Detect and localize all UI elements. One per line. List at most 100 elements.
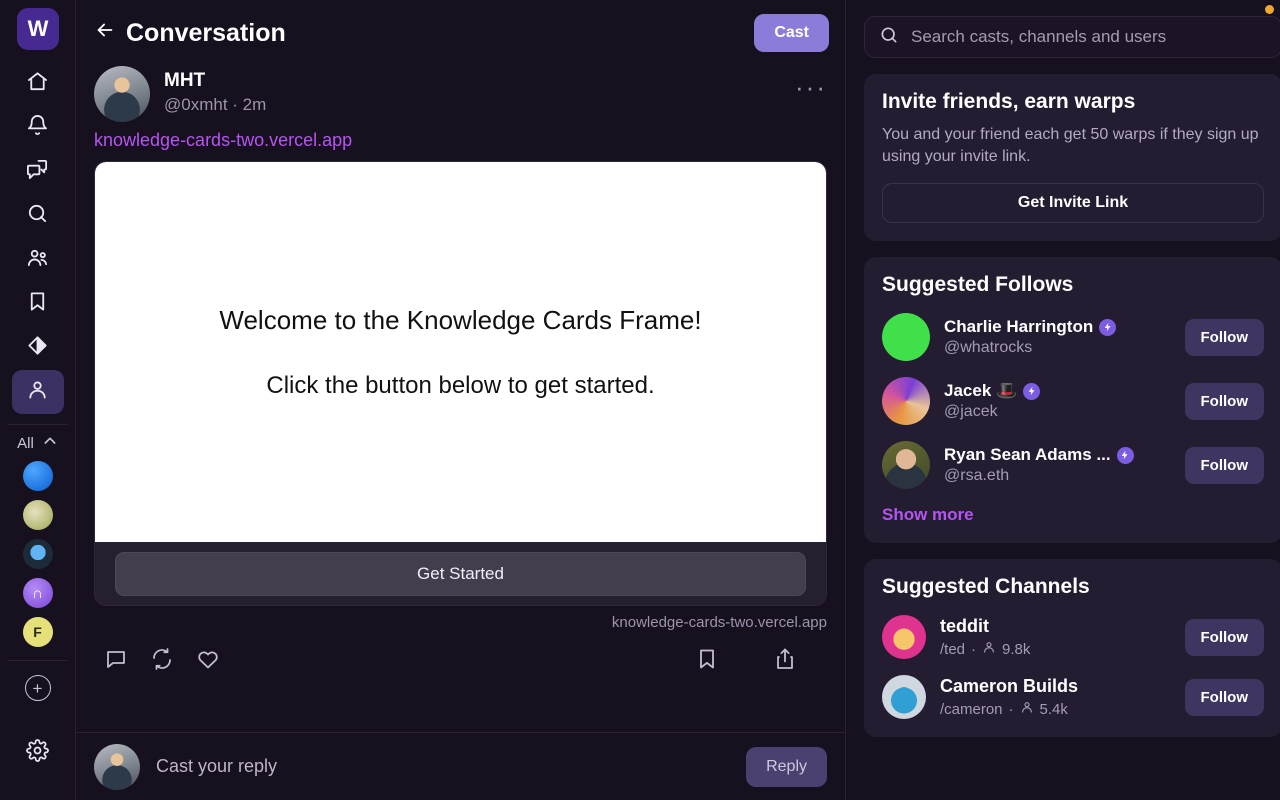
like-action-button[interactable] [196, 647, 242, 676]
rail-divider-top [7, 424, 68, 425]
list-item[interactable]: Charlie Harrington @whatrocks Follow [882, 313, 1264, 362]
frame-heading: Welcome to the Knowledge Cards Frame! [219, 304, 702, 335]
share-action-button[interactable] [773, 647, 819, 676]
power-badge-icon [1023, 382, 1041, 400]
add-channel-button[interactable]: + [24, 675, 51, 701]
sidebar-item-channels[interactable] [12, 238, 64, 282]
cast-author-meta: MHT @0xmht · 2m [164, 66, 266, 117]
invite-card: Invite friends, earn warps You and your … [864, 74, 1280, 242]
user-name-row: Ryan Sean Adams ... [944, 445, 1171, 465]
rail-channel-4[interactable]: ∩ [22, 578, 53, 608]
conversation-header: Conversation Cast [76, 0, 845, 66]
show-more-link[interactable]: Show more [882, 505, 1264, 525]
rail-channel-3[interactable] [22, 539, 53, 569]
avatar[interactable] [882, 313, 930, 362]
follow-button[interactable]: Follow [1184, 446, 1264, 484]
user-handle: @whatrocks [944, 339, 1033, 357]
reply-avatar [94, 743, 140, 790]
cast-button[interactable]: Cast [754, 14, 829, 52]
follow-button[interactable]: Follow [1184, 618, 1264, 656]
follow-button[interactable]: Follow [1184, 382, 1264, 420]
frame-get-started-button[interactable]: Get Started [115, 552, 806, 596]
channel-name: teddit [940, 616, 989, 637]
list-item[interactable]: Ryan Sean Adams ... @rsa.eth Follow [882, 441, 1264, 490]
sidebar-item-home[interactable] [12, 62, 64, 106]
user-handle: @rsa.eth [944, 467, 1010, 485]
dot-separator: · [971, 640, 977, 658]
user-name-row: Charlie Harrington [944, 317, 1171, 337]
cast-body: MHT @0xmht · 2m ··· knowledge-cards-two.… [76, 66, 845, 676]
channel-filter-all[interactable]: All [8, 433, 68, 453]
list-item[interactable]: Cameron Builds /cameron · 5.4k Follow [882, 675, 1264, 720]
users-icon [26, 246, 49, 274]
search-input[interactable]: Search casts, channels and users [864, 16, 1280, 58]
avatar[interactable] [882, 615, 926, 660]
sidebar-item-bookmarks[interactable] [12, 282, 64, 326]
home-icon [26, 70, 49, 98]
user-meta: Ryan Sean Adams ... @rsa.eth [944, 445, 1171, 485]
chevron-up-icon [42, 433, 58, 453]
rail-channel-2[interactable] [22, 500, 53, 530]
conversation-column: Conversation Cast MHT @0xmht · 2m ··· kn… [76, 0, 846, 800]
suggested-channels-title: Suggested Channels [882, 575, 1090, 599]
bookmark-action-button[interactable] [695, 647, 741, 676]
avatar[interactable] [94, 66, 150, 122]
cast-author-row: MHT @0xmht · 2m ··· [94, 66, 827, 122]
rail-channel-5[interactable]: F [22, 617, 53, 647]
user-name-row: Jacek 🎩 [944, 381, 1171, 401]
right-sidebar: Search casts, channels and users Invite … [846, 0, 1280, 800]
arrow-left-icon [94, 19, 116, 47]
sidebar-item-profile[interactable] [11, 370, 64, 414]
follow-button[interactable]: Follow [1184, 318, 1264, 356]
suggested-channels-card: Suggested Channels teddit /ted · 9.8k Fo… [864, 559, 1280, 738]
avatar[interactable] [882, 441, 930, 490]
back-button[interactable] [94, 19, 122, 47]
invite-description: You and your friend each get 50 warps if… [882, 126, 1259, 165]
sidebar-item-notifications[interactable] [12, 106, 64, 150]
cast-author-handle: @0xmht · 2m [164, 94, 267, 114]
cast-embed-link[interactable]: knowledge-cards-two.vercel.app [94, 130, 827, 151]
reply-bar: Cast your reply Reply [76, 732, 845, 800]
rail-channel-1[interactable] [22, 461, 53, 491]
sidebar-item-frames[interactable] [12, 326, 64, 370]
rail-divider-bottom [7, 660, 68, 661]
diamond-icon [26, 334, 49, 362]
status-dot [1265, 5, 1274, 14]
channel-meta: Cameron Builds /cameron · 5.4k [940, 676, 1171, 718]
invite-title: Invite friends, earn warps [882, 90, 1136, 113]
search-icon [26, 202, 49, 230]
page-title: Conversation [126, 18, 286, 47]
user-display-name: Charlie Harrington [944, 317, 1094, 337]
get-invite-link-button[interactable]: Get Invite Link [882, 183, 1264, 224]
sidebar-item-messages[interactable] [12, 150, 64, 194]
cast-author-name: MHT [164, 70, 206, 91]
all-label: All [17, 434, 34, 452]
dot-separator: · [1008, 700, 1014, 718]
suggested-follows-title: Suggested Follows [882, 273, 1074, 297]
cast-actions-right [695, 647, 819, 676]
reply-icon [104, 647, 128, 676]
channel-member-count: 5.4k [1039, 700, 1068, 718]
list-item[interactable]: teddit /ted · 9.8k Follow [882, 615, 1264, 660]
list-item[interactable]: Jacek 🎩 @jacek Follow [882, 377, 1264, 426]
reply-action-button[interactable] [104, 647, 150, 676]
warpcast-logo[interactable]: W [16, 8, 59, 50]
settings-button[interactable] [26, 739, 49, 767]
more-horizontal-icon[interactable]: ··· [795, 66, 827, 103]
reply-input[interactable]: Cast your reply [156, 756, 277, 777]
recast-icon [150, 647, 174, 676]
reply-submit-button[interactable]: Reply [746, 746, 827, 787]
search-placeholder: Search casts, channels and users [911, 27, 1167, 46]
recast-action-button[interactable] [150, 647, 196, 676]
avatar[interactable] [882, 675, 926, 720]
user-handle: @jacek [944, 403, 998, 421]
person-icon [1020, 700, 1034, 718]
cast-actions [94, 631, 827, 676]
avatar[interactable] [882, 377, 930, 426]
search-icon [879, 25, 899, 50]
follow-button[interactable]: Follow [1184, 678, 1264, 716]
channel-slug: /cameron [940, 700, 1003, 718]
user-meta: Jacek 🎩 @jacek [944, 381, 1171, 421]
sidebar-item-search[interactable] [12, 194, 64, 238]
channel-stats: /ted · 9.8k [940, 640, 1171, 658]
